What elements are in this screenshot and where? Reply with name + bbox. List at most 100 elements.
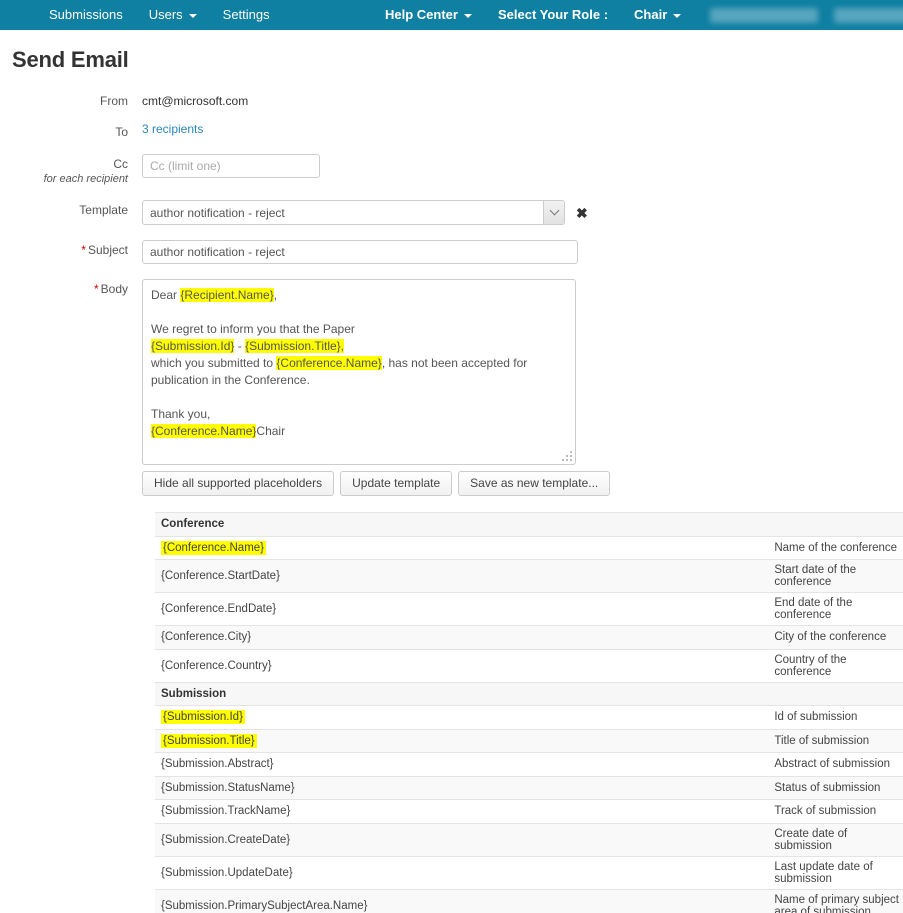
nav-left-group: Submissions Users Settings	[36, 0, 283, 30]
body-line	[151, 389, 567, 406]
placeholder-description-cell: Abstract of submission	[401, 753, 903, 777]
chevron-down-icon	[549, 206, 559, 216]
placeholder-token: {Submission.Id}	[161, 710, 245, 724]
supported-placeholders-table: Conference{Conference.Name}Name of the c…	[155, 512, 903, 913]
template-select[interactable]: author notification - reject	[142, 200, 565, 225]
body-textarea[interactable]: Dear {Recipient.Name}, We regret to infor…	[142, 279, 576, 465]
body-text: We regret to inform you that the Paper	[151, 322, 355, 336]
table-row[interactable]: {Submission.UpdateDate} Last update date …	[155, 856, 903, 889]
delete-template-icon[interactable]: ✖	[576, 206, 588, 220]
table-row[interactable]: {Submission.TrackName}Track of submissio…	[155, 800, 903, 824]
placeholder-description-cell: Last update date of submission	[401, 856, 903, 889]
resize-handle-icon[interactable]	[561, 450, 572, 461]
placeholder-token: {Conference.Country}	[161, 660, 272, 672]
role-selector-label: Chair	[634, 0, 667, 30]
subject-input[interactable]	[142, 240, 578, 264]
nav-item-settings-label: Settings	[223, 0, 270, 30]
table-row[interactable]: {Conference.Name}Name of the conference	[155, 536, 903, 560]
to-label: To	[0, 122, 142, 140]
body-line: We regret to inform you that the Paper	[151, 321, 567, 338]
body-required-marker: *	[94, 282, 99, 296]
placeholder-description-cell: Track of submission	[401, 800, 903, 824]
placeholder-token-cell[interactable]: {Submission.CreateDate}	[155, 823, 401, 856]
placeholder-token-cell[interactable]: {Submission.Title}	[155, 729, 401, 753]
update-template-button[interactable]: Update template	[340, 471, 452, 496]
table-row[interactable]: {Submission.Id} Id of submission	[155, 706, 903, 730]
cc-sub-label: for each recipient	[0, 172, 128, 187]
body-text: -	[234, 339, 245, 353]
placeholder-token: {Submission.Abstract}	[161, 758, 274, 770]
table-row[interactable]: {Conference.City}City of the conference	[155, 626, 903, 650]
template-label: Template	[0, 200, 142, 225]
page-title: Send Email	[12, 47, 903, 73]
placeholder-token: {Conference.Name}	[161, 541, 266, 555]
hide-placeholders-button[interactable]: Hide all supported placeholders	[142, 471, 334, 496]
body-placeholder-token: {Conference.Name}	[151, 424, 256, 438]
chevron-down-icon	[464, 14, 472, 18]
placeholder-group-label: Conference	[155, 513, 903, 537]
table-row[interactable]: {Conference.Country}Country of the confe…	[155, 649, 903, 682]
body-text: which you submitted to	[151, 356, 276, 370]
subject-label: Subject	[88, 243, 128, 257]
form-row-body: *Body Dear {Recipient.Name}, We regret to…	[0, 279, 903, 496]
chevron-down-icon	[189, 14, 197, 18]
body-label: Body	[101, 282, 128, 296]
placeholder-group-label: Submission	[155, 682, 903, 706]
placeholder-token-cell[interactable]: {Submission.TrackName}	[155, 800, 401, 824]
select-your-role-label: Select Your Role :	[485, 0, 621, 30]
table-row[interactable]: {Submission.StatusName}Status of submiss…	[155, 776, 903, 800]
form-row-template: Template author notification - reject ✖	[0, 200, 903, 225]
table-row[interactable]: {Conference.StartDate}Start date of the …	[155, 560, 903, 593]
nav-item-submissions[interactable]: Submissions	[36, 0, 136, 30]
placeholder-token-cell[interactable]: {Submission.Abstract}	[155, 753, 401, 777]
nav-item-help-center[interactable]: Help Center	[372, 0, 485, 30]
form-row-to: To 3 recipients	[0, 122, 903, 140]
body-text: ,	[274, 288, 277, 302]
from-value: cmt@microsoft.com	[142, 91, 903, 108]
role-selector-chair[interactable]: Chair	[621, 0, 694, 30]
form-row-subject: *Subject	[0, 240, 903, 264]
placeholder-description-cell: Title of submission	[401, 729, 903, 753]
nav-item-submissions-label: Submissions	[49, 0, 123, 30]
placeholder-group-header: Conference	[155, 513, 903, 537]
table-row[interactable]: {Submission.Abstract} Abstract of submiss…	[155, 753, 903, 777]
table-row[interactable]: {Conference.EndDate}End date of the conf…	[155, 593, 903, 626]
placeholder-token-cell[interactable]: {Conference.Country}	[155, 649, 401, 682]
placeholder-token-cell[interactable]: {Conference.EndDate}	[155, 593, 401, 626]
placeholder-token-cell[interactable]: {Submission.Id}	[155, 706, 401, 730]
table-row[interactable]: {Submission.Title}Title of submission	[155, 729, 903, 753]
placeholder-token-cell[interactable]: {Conference.City}	[155, 626, 401, 650]
body-text: Chair	[256, 424, 285, 438]
placeholder-token-cell[interactable]: {Submission.PrimarySubjectArea.Name}	[155, 889, 401, 913]
save-as-new-template-button[interactable]: Save as new template...	[458, 471, 610, 496]
body-text: Dear	[151, 288, 180, 302]
placeholder-description-cell: End date of the conference	[401, 593, 903, 626]
nav-item-settings[interactable]: Settings	[210, 0, 283, 30]
body-line: Dear {Recipient.Name},	[151, 287, 567, 304]
placeholder-token-cell[interactable]: {Conference.StartDate}	[155, 560, 401, 593]
body-line: Thank you,	[151, 406, 567, 423]
placeholder-token: {Conference.StartDate}	[161, 570, 280, 582]
placeholder-token-cell[interactable]: {Submission.UpdateDate}	[155, 856, 401, 889]
placeholder-description-cell: Id of submission	[401, 706, 903, 730]
placeholder-token: {Submission.PrimarySubjectArea.Name}	[161, 900, 367, 912]
nav-item-users[interactable]: Users	[136, 0, 210, 30]
body-line: which you submitted to {Conference.Name}…	[151, 355, 567, 389]
cc-label: Cc	[113, 157, 128, 171]
body-line	[151, 304, 567, 321]
cc-input[interactable]	[142, 154, 320, 178]
placeholder-token: {Submission.UpdateDate}	[161, 867, 293, 879]
table-row[interactable]: {Submission.CreateDate}Create date of su…	[155, 823, 903, 856]
top-navigation-bar: Submissions Users Settings Help Center S…	[0, 0, 903, 30]
body-text: Thank you,	[151, 407, 210, 421]
placeholder-description-cell: Create date of submission	[401, 823, 903, 856]
placeholder-token-cell[interactable]: {Conference.Name}	[155, 536, 401, 560]
nav-item-help-center-label: Help Center	[385, 0, 458, 30]
table-row[interactable]: {Submission.PrimarySubjectArea.Name}Name…	[155, 889, 903, 913]
recipients-link[interactable]: 3 recipients	[142, 122, 203, 136]
from-label: From	[0, 91, 142, 109]
placeholder-group-header: Submission	[155, 682, 903, 706]
placeholder-token-cell[interactable]: {Submission.StatusName}	[155, 776, 401, 800]
template-dropdown-button[interactable]	[543, 201, 564, 224]
body-content: Dear {Recipient.Name}, We regret to infor…	[151, 287, 567, 440]
